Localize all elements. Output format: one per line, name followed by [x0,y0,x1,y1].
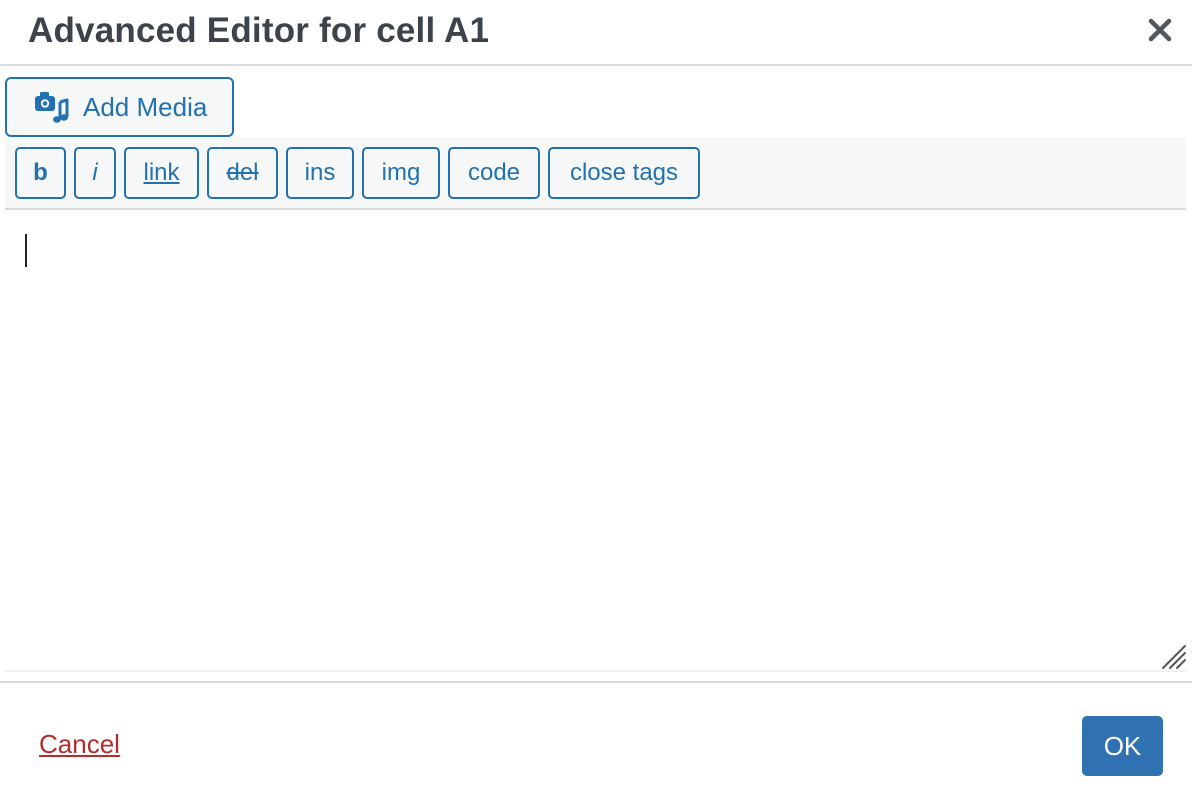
quicktag-img-label: img [381,159,421,186]
add-media-button[interactable]: Add Media [5,77,234,137]
dialog-footer: Cancel OK [0,681,1192,802]
quicktag-link-button[interactable]: link [124,147,199,199]
close-button[interactable] [1140,10,1180,50]
text-caret [25,234,27,267]
dialog-title: Advanced Editor for cell A1 [28,11,490,50]
quicktag-link-label: link [143,159,180,186]
quicktag-ins-button[interactable]: ins [286,147,354,199]
editor-area [5,210,1186,672]
quicktags-toolbar: b i link del ins img code close tags [5,137,1186,210]
add-media-icon [35,92,69,123]
quicktag-close-tags-label: close tags [569,159,679,186]
dialog-header: Advanced Editor for cell A1 [0,0,1192,66]
add-media-label: Add Media [83,91,208,122]
quicktag-bold-label: b [33,159,48,186]
quicktag-italic-button[interactable]: i [74,147,116,199]
quicktag-code-label: code [467,159,521,186]
quicktag-del-label: del [226,159,259,186]
quicktag-italic-label: i [92,159,98,186]
advanced-editor-dialog: Advanced Editor for cell A1 Add Media b … [0,0,1192,802]
close-icon [1148,18,1172,42]
cancel-link[interactable]: Cancel [39,729,120,760]
quicktag-close-tags-button[interactable]: close tags [548,147,700,199]
ok-button[interactable]: OK [1082,716,1163,776]
editor-textarea[interactable] [5,210,1186,670]
quicktag-img-button[interactable]: img [362,147,440,199]
quicktag-del-button[interactable]: del [207,147,278,199]
resize-handle-icon[interactable] [1161,644,1187,670]
quicktag-bold-button[interactable]: b [15,147,66,199]
quicktag-code-button[interactable]: code [448,147,540,199]
quicktag-ins-label: ins [304,159,336,186]
